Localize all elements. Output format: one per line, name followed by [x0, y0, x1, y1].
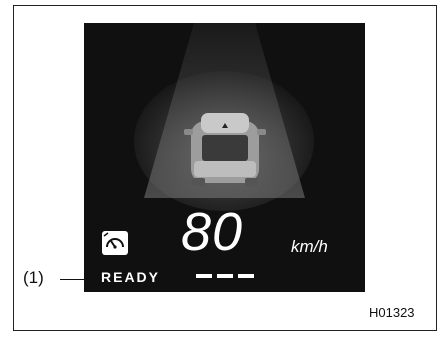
- ready-status-text: READY: [101, 269, 161, 285]
- dash-segment: [238, 274, 254, 278]
- dash-segment: [217, 274, 233, 278]
- distance-dashes: [196, 265, 259, 283]
- dash-segment: [196, 274, 212, 278]
- figure-code: H01323: [369, 305, 415, 320]
- set-speed-value: 80: [181, 202, 244, 262]
- callout-leader-line: [60, 279, 102, 280]
- callout-label-1: (1): [23, 268, 44, 287]
- speed-unit-label: km/h: [291, 237, 328, 256]
- cruise-control-speedometer-icon: [102, 231, 128, 255]
